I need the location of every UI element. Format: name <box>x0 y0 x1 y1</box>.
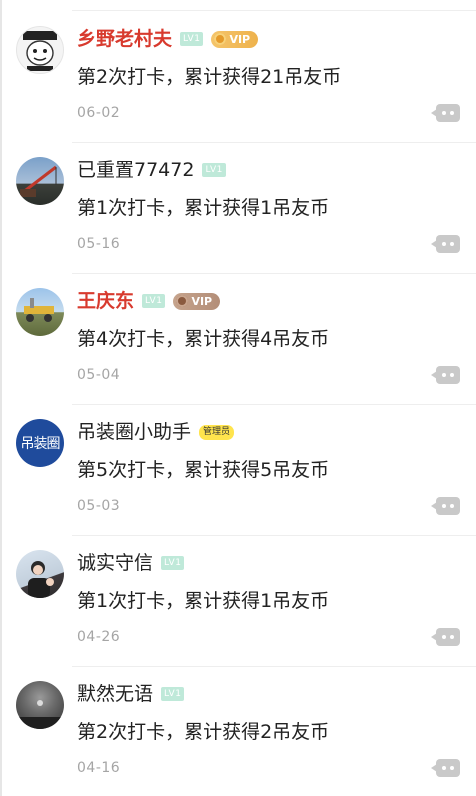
post-date: 04-16 <box>77 760 121 776</box>
vip-coin-icon <box>176 295 189 307</box>
checkin-comment-list: 乡野老村夫 LV1 VIP 第2次打卡，累计获得21吊友币 06-02 已重置7… <box>0 0 476 796</box>
post-date: 06-02 <box>77 105 121 121</box>
list-item: 吊装圈 吊装圈小助手 管理员 第5次打卡，累计获得5吊友币 05-03 <box>2 405 476 536</box>
username[interactable]: 默然无语 <box>77 680 153 708</box>
post-date: 05-04 <box>77 367 121 383</box>
list-item: 乡野老村夫 LV1 VIP 第2次打卡，累计获得21吊友币 06-02 <box>2 12 476 143</box>
post-content: 第1次打卡，累计获得1吊友币 <box>77 590 330 612</box>
level-badge: LV1 <box>142 294 166 308</box>
username[interactable]: 王庆东 <box>77 287 134 315</box>
level-badge: LV1 <box>202 163 226 177</box>
post-content: 第2次打卡，累计获得2吊友币 <box>77 721 330 743</box>
post-date: 05-16 <box>77 236 121 252</box>
comment-bubble-icon[interactable] <box>431 366 460 384</box>
avatar-logo-text: 吊装圈 <box>20 436 61 452</box>
avatar[interactable] <box>16 157 64 205</box>
vip-label: VIP <box>191 294 213 308</box>
level-badge: LV1 <box>180 32 204 46</box>
username[interactable]: 已重置77472 <box>77 156 194 184</box>
dark-photo-icon <box>16 700 64 729</box>
vip-badge: VIP <box>211 30 259 48</box>
list-item: 王庆东 LV1 VIP 第4次打卡，累计获得4吊友币 05-04 <box>2 274 476 405</box>
avatar[interactable]: 吊装圈 <box>16 419 64 467</box>
list-item: 已重置77472 LV1 第1次打卡，累计获得1吊友币 05-16 <box>2 143 476 274</box>
comment-bubble-icon[interactable] <box>431 497 460 515</box>
avatar[interactable] <box>16 550 64 598</box>
vip-badge: VIP <box>173 292 221 310</box>
avatar[interactable] <box>16 26 64 74</box>
post-content: 第5次打卡，累计获得5吊友币 <box>77 459 330 481</box>
username[interactable]: 诚实守信 <box>77 549 153 577</box>
post-content: 第1次打卡，累计获得1吊友币 <box>77 197 330 219</box>
username[interactable]: 吊装圈小助手 <box>77 418 191 446</box>
post-date: 05-03 <box>77 498 121 514</box>
admin-badge: 管理员 <box>199 424 235 440</box>
field-photo-icon <box>24 298 54 322</box>
comment-bubble-icon[interactable] <box>431 235 460 253</box>
person-photo-icon <box>28 561 54 598</box>
vip-coin-icon <box>214 33 227 45</box>
post-content: 第2次打卡，累计获得21吊友币 <box>77 66 342 88</box>
comment-bubble-icon[interactable] <box>431 628 460 646</box>
username[interactable]: 乡野老村夫 <box>77 25 172 53</box>
avatar[interactable] <box>16 288 64 336</box>
post-date: 04-26 <box>77 629 121 645</box>
comment-bubble-icon[interactable] <box>431 759 460 777</box>
list-item: 诚实守信 LV1 第1次打卡，累计获得1吊友币 04-26 <box>2 536 476 667</box>
cartoon-face-icon <box>23 31 57 71</box>
vip-label: VIP <box>229 32 251 46</box>
comment-bubble-icon[interactable] <box>431 104 460 122</box>
level-badge: LV1 <box>161 556 185 570</box>
avatar[interactable] <box>16 681 64 729</box>
divider <box>72 10 476 11</box>
level-badge: LV1 <box>161 687 185 701</box>
crane-photo-icon <box>20 165 57 197</box>
list-item: 默然无语 LV1 第2次打卡，累计获得2吊友币 04-16 <box>2 667 476 796</box>
post-content: 第4次打卡，累计获得4吊友币 <box>77 328 330 350</box>
